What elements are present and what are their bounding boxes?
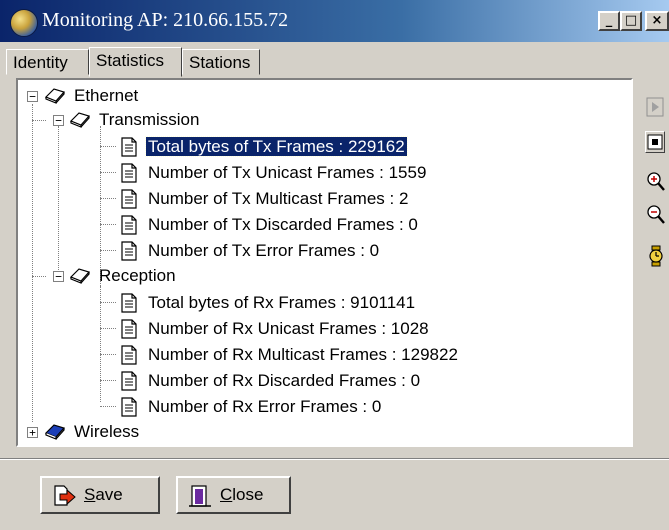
minimize-button[interactable]: _ xyxy=(598,11,620,31)
zoom-out-button[interactable] xyxy=(645,203,665,225)
tree-item-label: Number of Tx Unicast Frames : 1559 xyxy=(148,162,427,182)
close-icon: × xyxy=(651,13,663,28)
stop-icon xyxy=(647,134,663,150)
document-icon xyxy=(121,370,137,391)
tree-connector xyxy=(100,354,116,355)
tx-unicast-item[interactable]: Number of Tx Unicast Frames : 1559 xyxy=(118,161,428,183)
maximize-icon: □ xyxy=(624,13,638,28)
tree-connector xyxy=(32,276,46,277)
tree-item-label: Total bytes of Tx Frames : 229162 xyxy=(145,135,408,157)
document-icon xyxy=(121,136,137,157)
book-icon xyxy=(69,267,91,284)
watch-icon xyxy=(649,245,663,267)
document-icon xyxy=(121,318,137,339)
window-title: Monitoring AP: 210.66.155.72 xyxy=(42,9,289,31)
rx-multicast-item[interactable]: Number of Rx Multicast Frames : 129822 xyxy=(118,343,460,365)
tree-connector xyxy=(32,104,33,422)
tx-multicast-item[interactable]: Number of Tx Multicast Frames : 2 xyxy=(118,187,410,209)
divider xyxy=(0,458,669,460)
transmission-collapse-toggle[interactable]: − xyxy=(53,115,64,126)
document-icon xyxy=(121,396,137,417)
tree-item-label: Number of Rx Discarded Frames : 0 xyxy=(148,370,421,390)
tree-connector xyxy=(100,198,116,199)
wireless-expand-toggle[interactable]: + xyxy=(27,427,38,438)
save-label: Save xyxy=(84,485,123,504)
tree-item-label: Number of Tx Error Frames : 0 xyxy=(148,240,380,260)
tree-item-label: Number of Tx Multicast Frames : 2 xyxy=(148,188,409,208)
app-globe-icon xyxy=(10,9,38,37)
close-button[interactable]: Close xyxy=(176,476,291,514)
tree-node-label: Wireless xyxy=(74,421,140,441)
tree-connector xyxy=(100,380,116,381)
tree-connector xyxy=(100,328,116,329)
tab-statistics[interactable]: Statistics xyxy=(89,47,182,77)
tree-connector xyxy=(100,224,116,225)
title-bar[interactable]: Monitoring AP: 210.66.155.72 _ □ × xyxy=(0,0,669,42)
tree-item-label: Total bytes of Rx Frames : 9101141 xyxy=(148,292,416,312)
book-icon xyxy=(69,111,91,128)
tree-item-label: Number of Rx Unicast Frames : 1028 xyxy=(148,318,429,338)
tree-connector xyxy=(100,172,116,173)
rx-error-item[interactable]: Number of Rx Error Frames : 0 xyxy=(118,395,383,417)
document-icon xyxy=(121,214,137,235)
tree-connector xyxy=(58,126,59,270)
tree-item-label: Number of Rx Multicast Frames : 129822 xyxy=(148,344,458,364)
tree-connector xyxy=(100,146,116,147)
stop-button[interactable] xyxy=(645,131,665,153)
tree-connector xyxy=(100,406,116,407)
monitoring-window: Monitoring AP: 210.66.155.72 _ □ × Ident… xyxy=(0,0,669,530)
tree-item-label: Number of Rx Error Frames : 0 xyxy=(148,396,382,416)
zoom-in-button[interactable] xyxy=(645,170,665,192)
tab-identity[interactable]: Identity xyxy=(6,49,89,75)
close-label: Close xyxy=(220,485,264,504)
tx-error-item[interactable]: Number of Tx Error Frames : 0 xyxy=(118,239,381,261)
reception-collapse-toggle[interactable]: − xyxy=(53,271,64,282)
rx-discarded-item[interactable]: Number of Rx Discarded Frames : 0 xyxy=(118,369,422,391)
document-icon xyxy=(121,240,137,261)
document-icon xyxy=(121,292,137,313)
tree-node-label: Transmission xyxy=(99,109,200,129)
minimize-icon: _ xyxy=(605,13,613,28)
tree-node-label: Ethernet xyxy=(74,85,139,105)
ethernet-collapse-toggle[interactable]: − xyxy=(27,91,38,102)
play-button[interactable] xyxy=(645,96,665,118)
zoom-in-icon xyxy=(647,172,665,191)
close-window-button[interactable]: × xyxy=(645,11,669,31)
tree-node-label: Reception xyxy=(99,265,176,285)
play-icon xyxy=(646,97,664,117)
statistics-tree[interactable]: − Ethernet − Transmission Total bytes of… xyxy=(16,78,633,447)
tree-connector xyxy=(100,250,116,251)
tree-connector xyxy=(100,286,101,402)
tree-node-reception[interactable]: Reception xyxy=(69,264,178,286)
maximize-button[interactable]: □ xyxy=(620,11,642,31)
tree-node-ethernet[interactable]: Ethernet xyxy=(44,84,140,106)
save-button[interactable]: Save xyxy=(40,476,160,514)
tree-item-label: Number of Tx Discarded Frames : 0 xyxy=(148,214,418,234)
document-icon xyxy=(121,188,137,209)
tx-total-bytes-item[interactable]: Total bytes of Tx Frames : 229162 xyxy=(118,135,408,157)
tree-node-wireless[interactable]: Wireless xyxy=(44,420,141,442)
tree-connector xyxy=(32,120,46,121)
timer-button[interactable] xyxy=(645,244,665,267)
rx-unicast-item[interactable]: Number of Rx Unicast Frames : 1028 xyxy=(118,317,431,339)
closed-book-icon xyxy=(44,423,66,440)
document-icon xyxy=(121,162,137,183)
book-icon xyxy=(44,87,66,104)
save-arrow-icon xyxy=(54,485,76,506)
tree-node-transmission[interactable]: Transmission xyxy=(69,108,201,130)
rx-total-bytes-item[interactable]: Total bytes of Rx Frames : 9101141 xyxy=(118,291,417,313)
tx-discarded-item[interactable]: Number of Tx Discarded Frames : 0 xyxy=(118,213,420,235)
exit-door-icon xyxy=(189,485,211,507)
tree-connector xyxy=(100,302,116,303)
zoom-out-icon xyxy=(647,205,665,224)
document-icon xyxy=(121,344,137,365)
tab-stations[interactable]: Stations xyxy=(182,49,260,75)
